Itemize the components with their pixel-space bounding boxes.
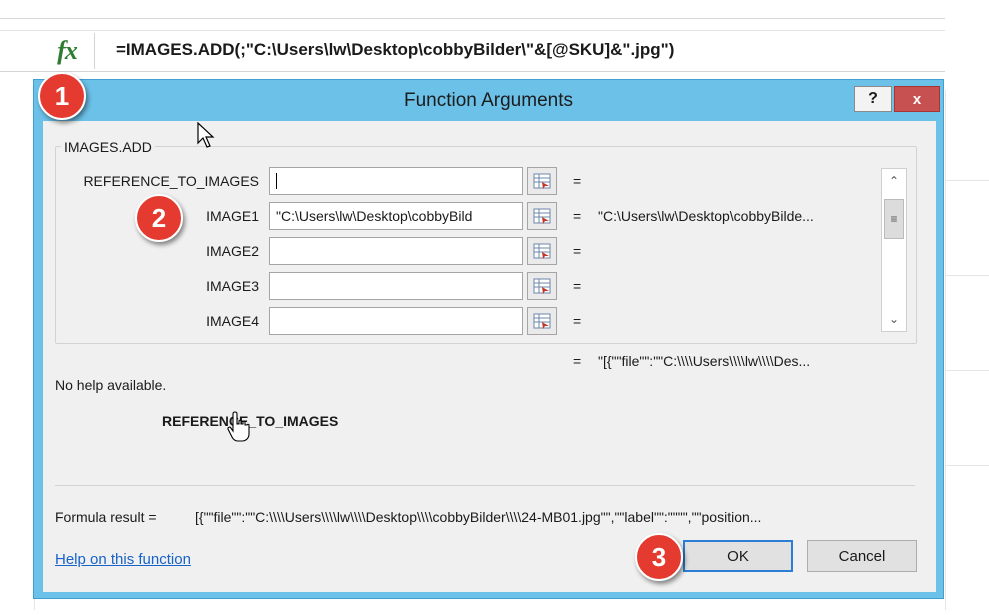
cancel-button[interactable]: Cancel bbox=[807, 540, 917, 572]
step-badge-1: 1 bbox=[38, 72, 86, 120]
step-badge-3: 3 bbox=[635, 533, 683, 581]
hand-cursor-icon bbox=[227, 411, 250, 442]
grid-line bbox=[945, 465, 989, 466]
divider bbox=[55, 485, 915, 486]
grid-line bbox=[945, 275, 989, 276]
arg-field-image1[interactable]: "C:\Users\lw\Desktop\cobbyBild bbox=[269, 202, 523, 230]
scroll-up-icon[interactable]: ⌃ bbox=[882, 169, 906, 193]
scroll-down-icon[interactable]: ⌄ bbox=[882, 307, 906, 331]
dialog-client: IMAGES.ADD REFERENCE_TO_IMAGES = IMAGE1 … bbox=[43, 121, 936, 592]
function-result: "[{""file"":""C:\\\\Users\\\\lw\\\\Des..… bbox=[598, 353, 811, 369]
grid-line bbox=[945, 90, 946, 610]
grid-line bbox=[945, 370, 989, 371]
function-name: IMAGES.ADD bbox=[61, 139, 155, 155]
collapse-dialog-button[interactable] bbox=[527, 307, 557, 335]
close-button[interactable]: x bbox=[894, 86, 940, 112]
help-text: No help available. bbox=[55, 377, 167, 393]
collapse-dialog-button[interactable] bbox=[527, 237, 557, 265]
dialog-title: Function Arguments bbox=[404, 90, 573, 111]
arg-label-image2: IMAGE2 bbox=[206, 243, 259, 259]
formula-result-value: [{""file"":""C:\\\\Users\\\\lw\\\\Deskto… bbox=[195, 509, 762, 525]
arg-label-reference-to-images: REFERENCE_TO_IMAGES bbox=[83, 173, 259, 189]
equals-sign: = bbox=[573, 208, 582, 224]
help-button[interactable]: ? bbox=[854, 86, 892, 112]
help-on-function-link[interactable]: Help on this function bbox=[55, 551, 191, 568]
range-select-icon bbox=[533, 173, 551, 189]
step-badge-2: 2 bbox=[135, 194, 183, 242]
arg-field-image3[interactable] bbox=[269, 272, 523, 300]
range-select-icon bbox=[533, 278, 551, 294]
formula-result-label: Formula result = bbox=[55, 509, 157, 525]
equals-sign: = bbox=[573, 353, 582, 369]
arrow-cursor-icon bbox=[197, 121, 215, 148]
range-select-icon bbox=[533, 243, 551, 259]
sheet-top-line bbox=[0, 18, 945, 19]
range-select-icon bbox=[533, 313, 551, 329]
equals-sign: = bbox=[573, 313, 582, 329]
fx-icon: fx bbox=[57, 36, 78, 65]
arguments-scrollbar[interactable]: ⌃ ≡ ⌄ bbox=[881, 168, 907, 332]
collapse-dialog-button[interactable] bbox=[527, 272, 557, 300]
equals-sign: = bbox=[573, 243, 582, 259]
equals-sign: = bbox=[573, 278, 582, 294]
arg-field-image2[interactable] bbox=[269, 237, 523, 265]
function-arguments-dialog: Function Arguments ? x IMAGES.ADD REFERE… bbox=[33, 79, 944, 599]
arg-result-image1: "C:\Users\lw\Desktop\cobbyBilde... bbox=[598, 208, 814, 224]
arg-label-image4: IMAGE4 bbox=[206, 313, 259, 329]
collapse-dialog-button[interactable] bbox=[527, 167, 557, 195]
formula-text[interactable]: =IMAGES.ADD(;"C:\Users\lw\Desktop\cobbyB… bbox=[116, 40, 674, 60]
range-select-icon bbox=[533, 208, 551, 224]
arg-field-image4[interactable] bbox=[269, 307, 523, 335]
arg-label-image3: IMAGE3 bbox=[206, 278, 259, 294]
equals-sign: = bbox=[573, 173, 582, 189]
collapse-dialog-button[interactable] bbox=[527, 202, 557, 230]
ok-button[interactable]: OK bbox=[683, 540, 793, 572]
fx-button[interactable]: fx bbox=[40, 33, 95, 69]
arg-field-reference-to-images[interactable] bbox=[269, 167, 523, 195]
scroll-thumb[interactable]: ≡ bbox=[884, 199, 904, 239]
grid-line bbox=[945, 180, 989, 181]
